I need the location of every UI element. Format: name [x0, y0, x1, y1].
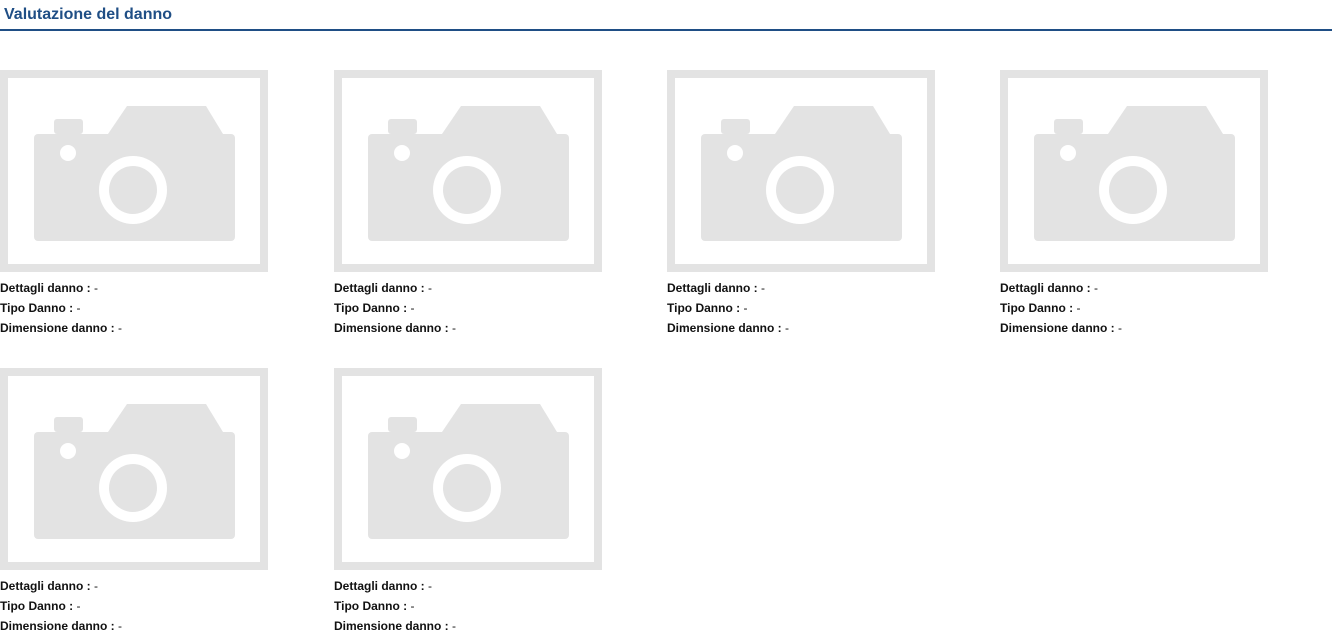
damage-size-label: Dimensione danno : [0, 619, 119, 633]
damage-photo-thumbnail[interactable] [334, 70, 602, 272]
damage-type-label: Tipo Danno : [334, 599, 411, 613]
damage-details-label: Dettagli danno : [0, 579, 94, 593]
damage-info: Dettagli danno : - Tipo Danno : - Dimens… [334, 576, 634, 636]
damage-type-value: - [1076, 301, 1081, 315]
damage-size-label: Dimensione danno : [334, 619, 453, 633]
damage-type-row: Tipo Danno : - [334, 298, 634, 318]
damage-size-value: - [1118, 321, 1123, 335]
damage-photo-grid: Dettagli danno : - Tipo Danno : - Dimens… [0, 70, 1332, 644]
damage-size-row: Dimensione danno : - [1000, 318, 1300, 338]
damage-type-value: - [76, 301, 81, 315]
damage-type-value: - [410, 599, 415, 613]
damage-type-label: Tipo Danno : [0, 301, 77, 315]
camera-placeholder-icon [1000, 70, 1268, 272]
damage-details-value: - [761, 281, 765, 295]
damage-photo-thumbnail[interactable] [667, 70, 935, 272]
damage-size-label: Dimensione danno : [667, 321, 786, 335]
damage-details-value: - [1094, 281, 1098, 295]
damage-details-row: Dettagli danno : - [0, 278, 300, 298]
damage-size-row: Dimensione danno : - [667, 318, 967, 338]
camera-placeholder-icon [667, 70, 935, 272]
damage-type-row: Tipo Danno : - [334, 596, 634, 616]
damage-size-value: - [452, 619, 457, 633]
damage-type-row: Tipo Danno : - [0, 596, 300, 616]
damage-details-value: - [428, 281, 432, 295]
damage-size-label: Dimensione danno : [1000, 321, 1119, 335]
damage-type-label: Tipo Danno : [0, 599, 77, 613]
damage-type-value: - [76, 599, 81, 613]
damage-size-value: - [118, 321, 123, 335]
damage-type-label: Tipo Danno : [1000, 301, 1077, 315]
damage-details-row: Dettagli danno : - [667, 278, 967, 298]
damage-details-value: - [428, 579, 432, 593]
damage-info: Dettagli danno : - Tipo Danno : - Dimens… [0, 278, 300, 338]
damage-details-label: Dettagli danno : [1000, 281, 1094, 295]
damage-size-row: Dimensione danno : - [334, 616, 634, 636]
damage-details-label: Dettagli danno : [0, 281, 94, 295]
damage-type-row: Tipo Danno : - [0, 298, 300, 318]
damage-details-row: Dettagli danno : - [334, 278, 634, 298]
damage-details-row: Dettagli danno : - [1000, 278, 1300, 298]
damage-info: Dettagli danno : - Tipo Danno : - Dimens… [667, 278, 967, 338]
damage-type-value: - [743, 301, 748, 315]
camera-placeholder-icon [334, 368, 602, 570]
damage-photo-thumbnail[interactable] [1000, 70, 1268, 272]
damage-info: Dettagli danno : - Tipo Danno : - Dimens… [1000, 278, 1300, 338]
section-title: Valutazione del danno [4, 6, 173, 23]
damage-type-label: Tipo Danno : [334, 301, 411, 315]
damage-size-value: - [452, 321, 457, 335]
damage-photo-thumbnail[interactable] [0, 368, 268, 570]
damage-size-label: Dimensione danno : [334, 321, 453, 335]
damage-size-value: - [785, 321, 790, 335]
camera-placeholder-icon [0, 70, 268, 272]
damage-photo-thumbnail[interactable] [334, 368, 602, 570]
damage-size-label: Dimensione danno : [0, 321, 119, 335]
damage-info: Dettagli danno : - Tipo Danno : - Dimens… [334, 278, 634, 338]
camera-placeholder-icon [334, 70, 602, 272]
damage-details-label: Dettagli danno : [667, 281, 761, 295]
damage-details-label: Dettagli danno : [334, 281, 428, 295]
damage-details-value: - [94, 579, 98, 593]
damage-details-value: - [94, 281, 98, 295]
damage-type-row: Tipo Danno : - [1000, 298, 1300, 318]
damage-details-label: Dettagli danno : [334, 579, 428, 593]
damage-type-label: Tipo Danno : [667, 301, 744, 315]
section-header: Valutazione del danno [0, 0, 1332, 31]
damage-info: Dettagli danno : - Tipo Danno : - Dimens… [0, 576, 300, 636]
damage-type-value: - [410, 301, 415, 315]
damage-size-row: Dimensione danno : - [334, 318, 634, 338]
camera-placeholder-icon [0, 368, 268, 570]
damage-photo-thumbnail[interactable] [0, 70, 268, 272]
damage-size-row: Dimensione danno : - [0, 616, 300, 636]
damage-details-row: Dettagli danno : - [0, 576, 300, 596]
damage-type-row: Tipo Danno : - [667, 298, 967, 318]
damage-size-row: Dimensione danno : - [0, 318, 300, 338]
damage-size-value: - [118, 619, 123, 633]
damage-details-row: Dettagli danno : - [334, 576, 634, 596]
